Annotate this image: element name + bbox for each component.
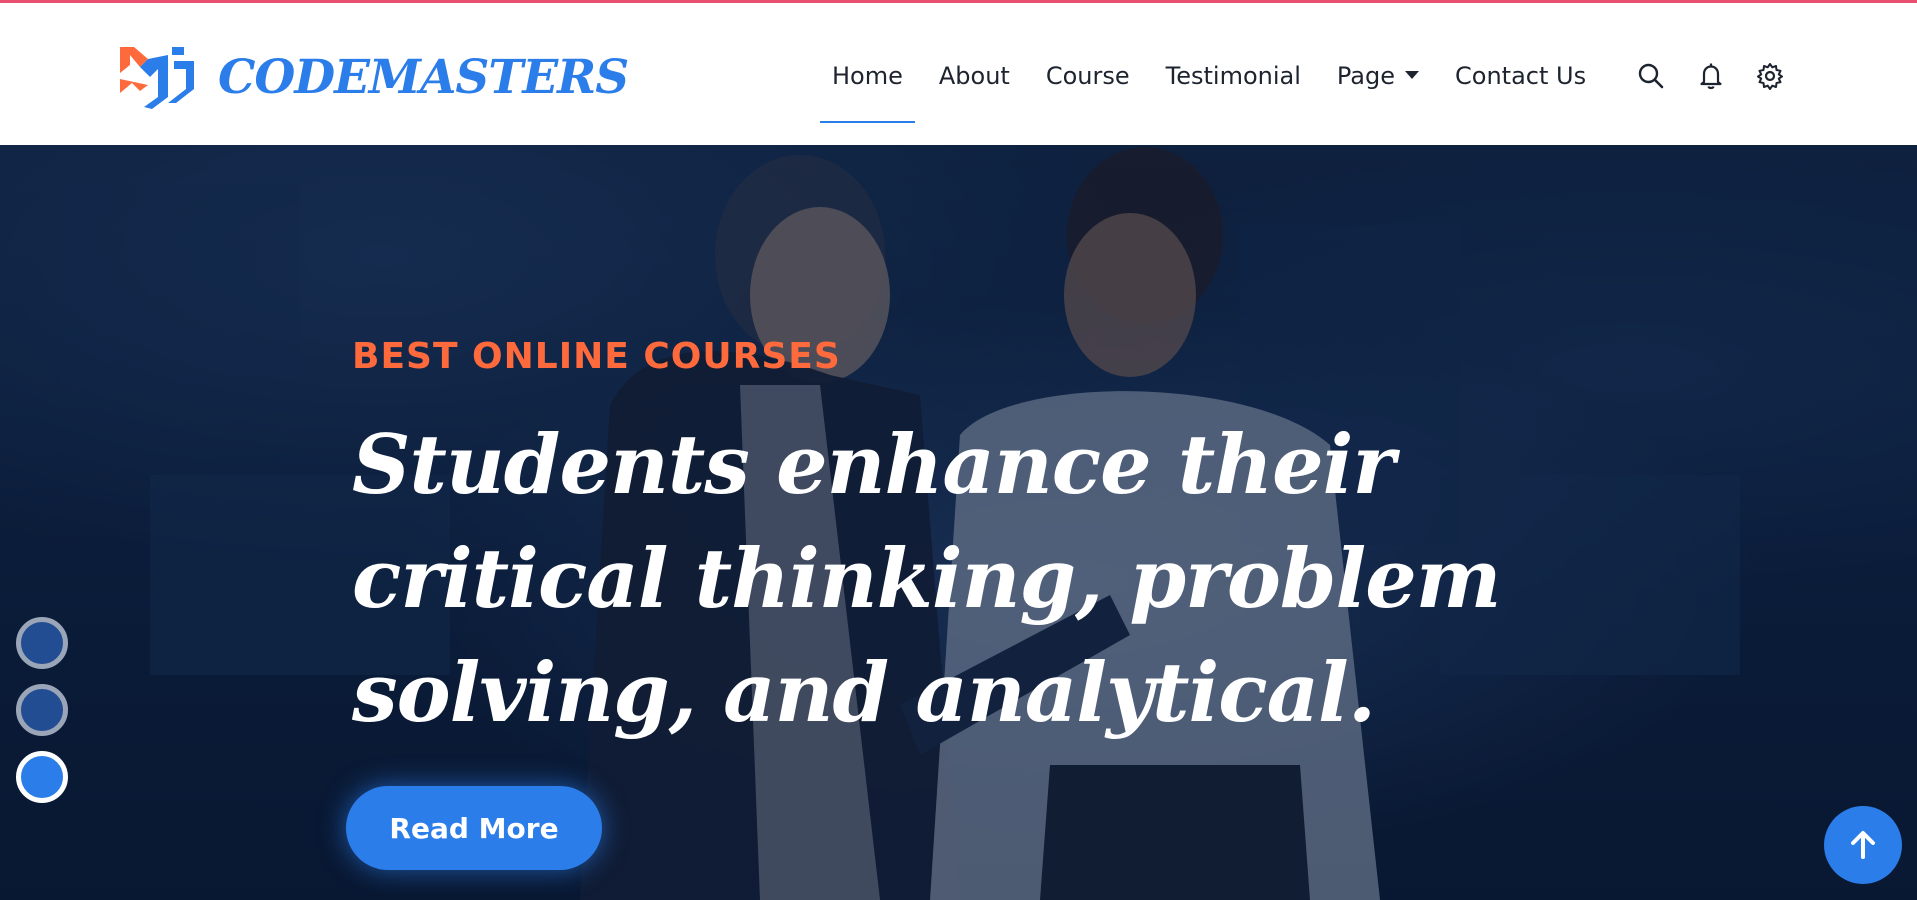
nav-page-dropdown[interactable]: Page <box>1325 43 1431 109</box>
main-nav: Home About Course Testimonial Page Conta… <box>820 43 1610 123</box>
brand-name: CODEMASTERS <box>218 49 629 105</box>
brand-link[interactable]: CODEMASTERS <box>118 45 629 109</box>
hero-content: BEST ONLINE COURSES Students enhance the… <box>352 335 1552 751</box>
nav-contact[interactable]: Contact Us <box>1443 43 1598 109</box>
bell-icon[interactable] <box>1696 61 1726 91</box>
read-more-button[interactable]: Read More <box>346 786 602 870</box>
hero-headline: Students enhance their critical thinking… <box>352 418 1502 741</box>
hero-carousel: BEST ONLINE COURSES Students enhance the… <box>0 145 1917 900</box>
cm-monogram-logo-icon <box>120 47 194 109</box>
chevron-down-icon <box>1405 71 1419 79</box>
hero-eyebrow: BEST ONLINE COURSES <box>352 336 841 377</box>
slider-dot-2[interactable] <box>16 684 68 736</box>
slider-dot-3[interactable] <box>16 751 68 803</box>
search-icon[interactable] <box>1636 61 1666 91</box>
nav-about[interactable]: About <box>927 43 1022 109</box>
nav-home[interactable]: Home <box>820 43 915 123</box>
gear-icon[interactable] <box>1755 61 1785 91</box>
site-header: CODEMASTERS Home About Course Testimonia… <box>0 3 1917 145</box>
slider-dot-1[interactable] <box>16 617 68 669</box>
arrow-up-icon <box>1851 831 1875 859</box>
nav-testimonial[interactable]: Testimonial <box>1154 43 1313 109</box>
nav-course[interactable]: Course <box>1034 43 1142 109</box>
back-to-top-button[interactable] <box>1824 806 1902 884</box>
nav-page-label: Page <box>1336 62 1395 90</box>
